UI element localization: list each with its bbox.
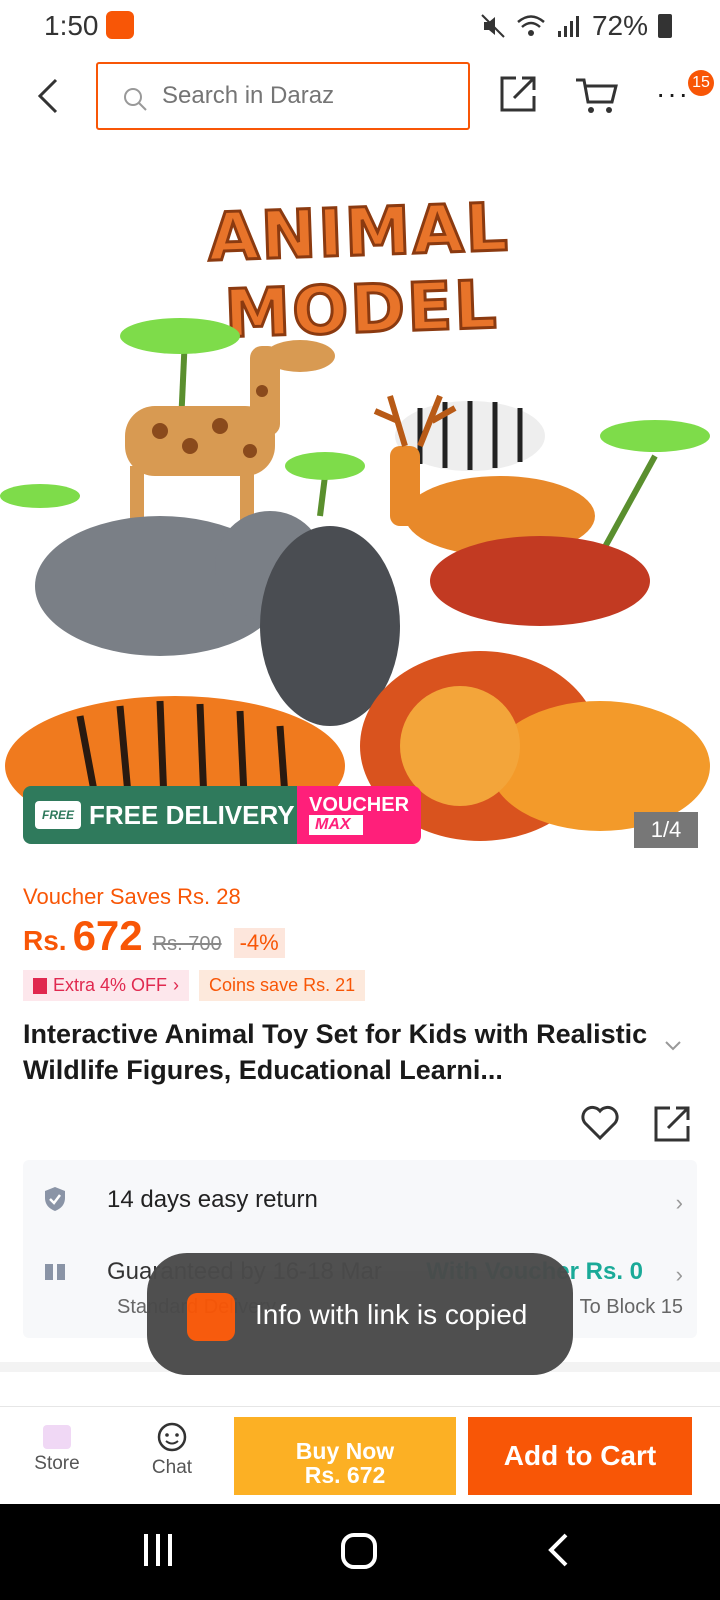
system-nav-bar [0,1504,720,1600]
free-delivery-label: FREE DELIVERY [89,799,295,830]
extra-off-tag[interactable]: Extra 4% OFF › [23,970,190,1001]
copied-toast: Info with link is copied [147,1253,573,1375]
voucher-max-label: MAX [309,815,363,835]
recents-icon[interactable] [140,1532,176,1568]
home-icon[interactable] [340,1532,378,1570]
extra-off-label: Extra 4% OFF [53,975,168,995]
bottom-action-bar: Store Chat Buy Now Rs. 672 Add to Cart [0,1406,720,1502]
voucher-label: VOUCHER [309,794,410,816]
product-image[interactable]: ANIMAL MODEL [0,146,720,866]
buy-now-price: Rs. 672 [304,1462,386,1488]
delivery-box-icon [45,1264,65,1280]
chevron-down-icon[interactable] [664,1040,682,1052]
wifi-icon [517,15,545,36]
truck-icon: FREE [35,801,81,829]
buy-now-label: Buy Now [295,1438,395,1464]
search-box[interactable] [96,62,470,130]
share-icon[interactable] [498,74,538,114]
store-logo-icon [43,1425,71,1449]
status-time: 1:50 [44,10,99,41]
toast-message: Info with link is copied [255,1299,528,1330]
search-input[interactable] [162,82,452,110]
discount-badge: -4% [233,928,285,958]
battery-icon [658,14,672,38]
voucher-saves-text: Voucher Saves Rs. 28 [23,884,241,909]
delivery-location: To Block 15 [579,1296,683,1318]
chevron-right-icon: › [173,975,180,995]
store-button[interactable]: Store [24,1419,90,1475]
search-icon [124,88,147,111]
promo-banner: FREE FREE DELIVERY VOUCHER MAX [23,786,421,844]
free-delivery-badge: FREE FREE DELIVERY [23,786,297,844]
store-label: Store [34,1453,80,1474]
daraz-app-icon [106,11,134,39]
mute-icon [481,14,505,38]
original-price: Rs. 700 [152,933,222,955]
price-value: 672 [72,912,143,959]
heart-icon[interactable] [580,1104,620,1140]
return-label: 14 days easy return [107,1186,318,1213]
back-nav-icon[interactable] [546,1532,570,1568]
return-policy-row[interactable]: 14 days easy return › [43,1180,683,1220]
product-title[interactable]: Interactive Animal Toy Set for Kids with… [23,1016,663,1088]
promo-tags: Extra 4% OFF › Coins save Rs. 21 [23,970,366,1001]
price-currency: Rs. [23,925,67,956]
chat-icon [157,1422,187,1452]
daraz-logo-icon [187,1293,235,1341]
share-product-icon[interactable] [652,1104,692,1144]
top-header: ··· 15 [0,56,720,136]
buy-now-button[interactable]: Buy Now Rs. 672 [234,1417,456,1495]
chevron-right-icon: › [675,1190,683,1215]
image-counter: 1/4 [634,812,698,848]
cart-icon[interactable] [574,76,618,116]
voucher-max-badge: VOUCHER MAX [297,786,421,844]
ticket-icon [33,977,47,994]
chevron-right-icon: › [675,1262,683,1287]
animal-figures-illustration [0,318,710,841]
price-row: Rs. 672 Rs. 700 -4% [23,912,285,960]
chat-label: Chat [151,1457,193,1478]
status-indicators: 72% [480,10,672,42]
status-bar: 1:50 72% [0,0,720,50]
shield-check-icon [45,1187,65,1211]
signal-icon [557,16,579,37]
notification-badge: 15 [688,70,714,96]
chat-button[interactable]: Chat [142,1419,202,1479]
coins-save-tag: Coins save Rs. 21 [199,970,366,1001]
back-arrow-icon[interactable] [30,74,66,118]
battery-percent: 72% [591,10,648,41]
add-to-cart-button[interactable]: Add to Cart [468,1417,692,1495]
more-menu-button[interactable]: ··· [656,78,690,110]
